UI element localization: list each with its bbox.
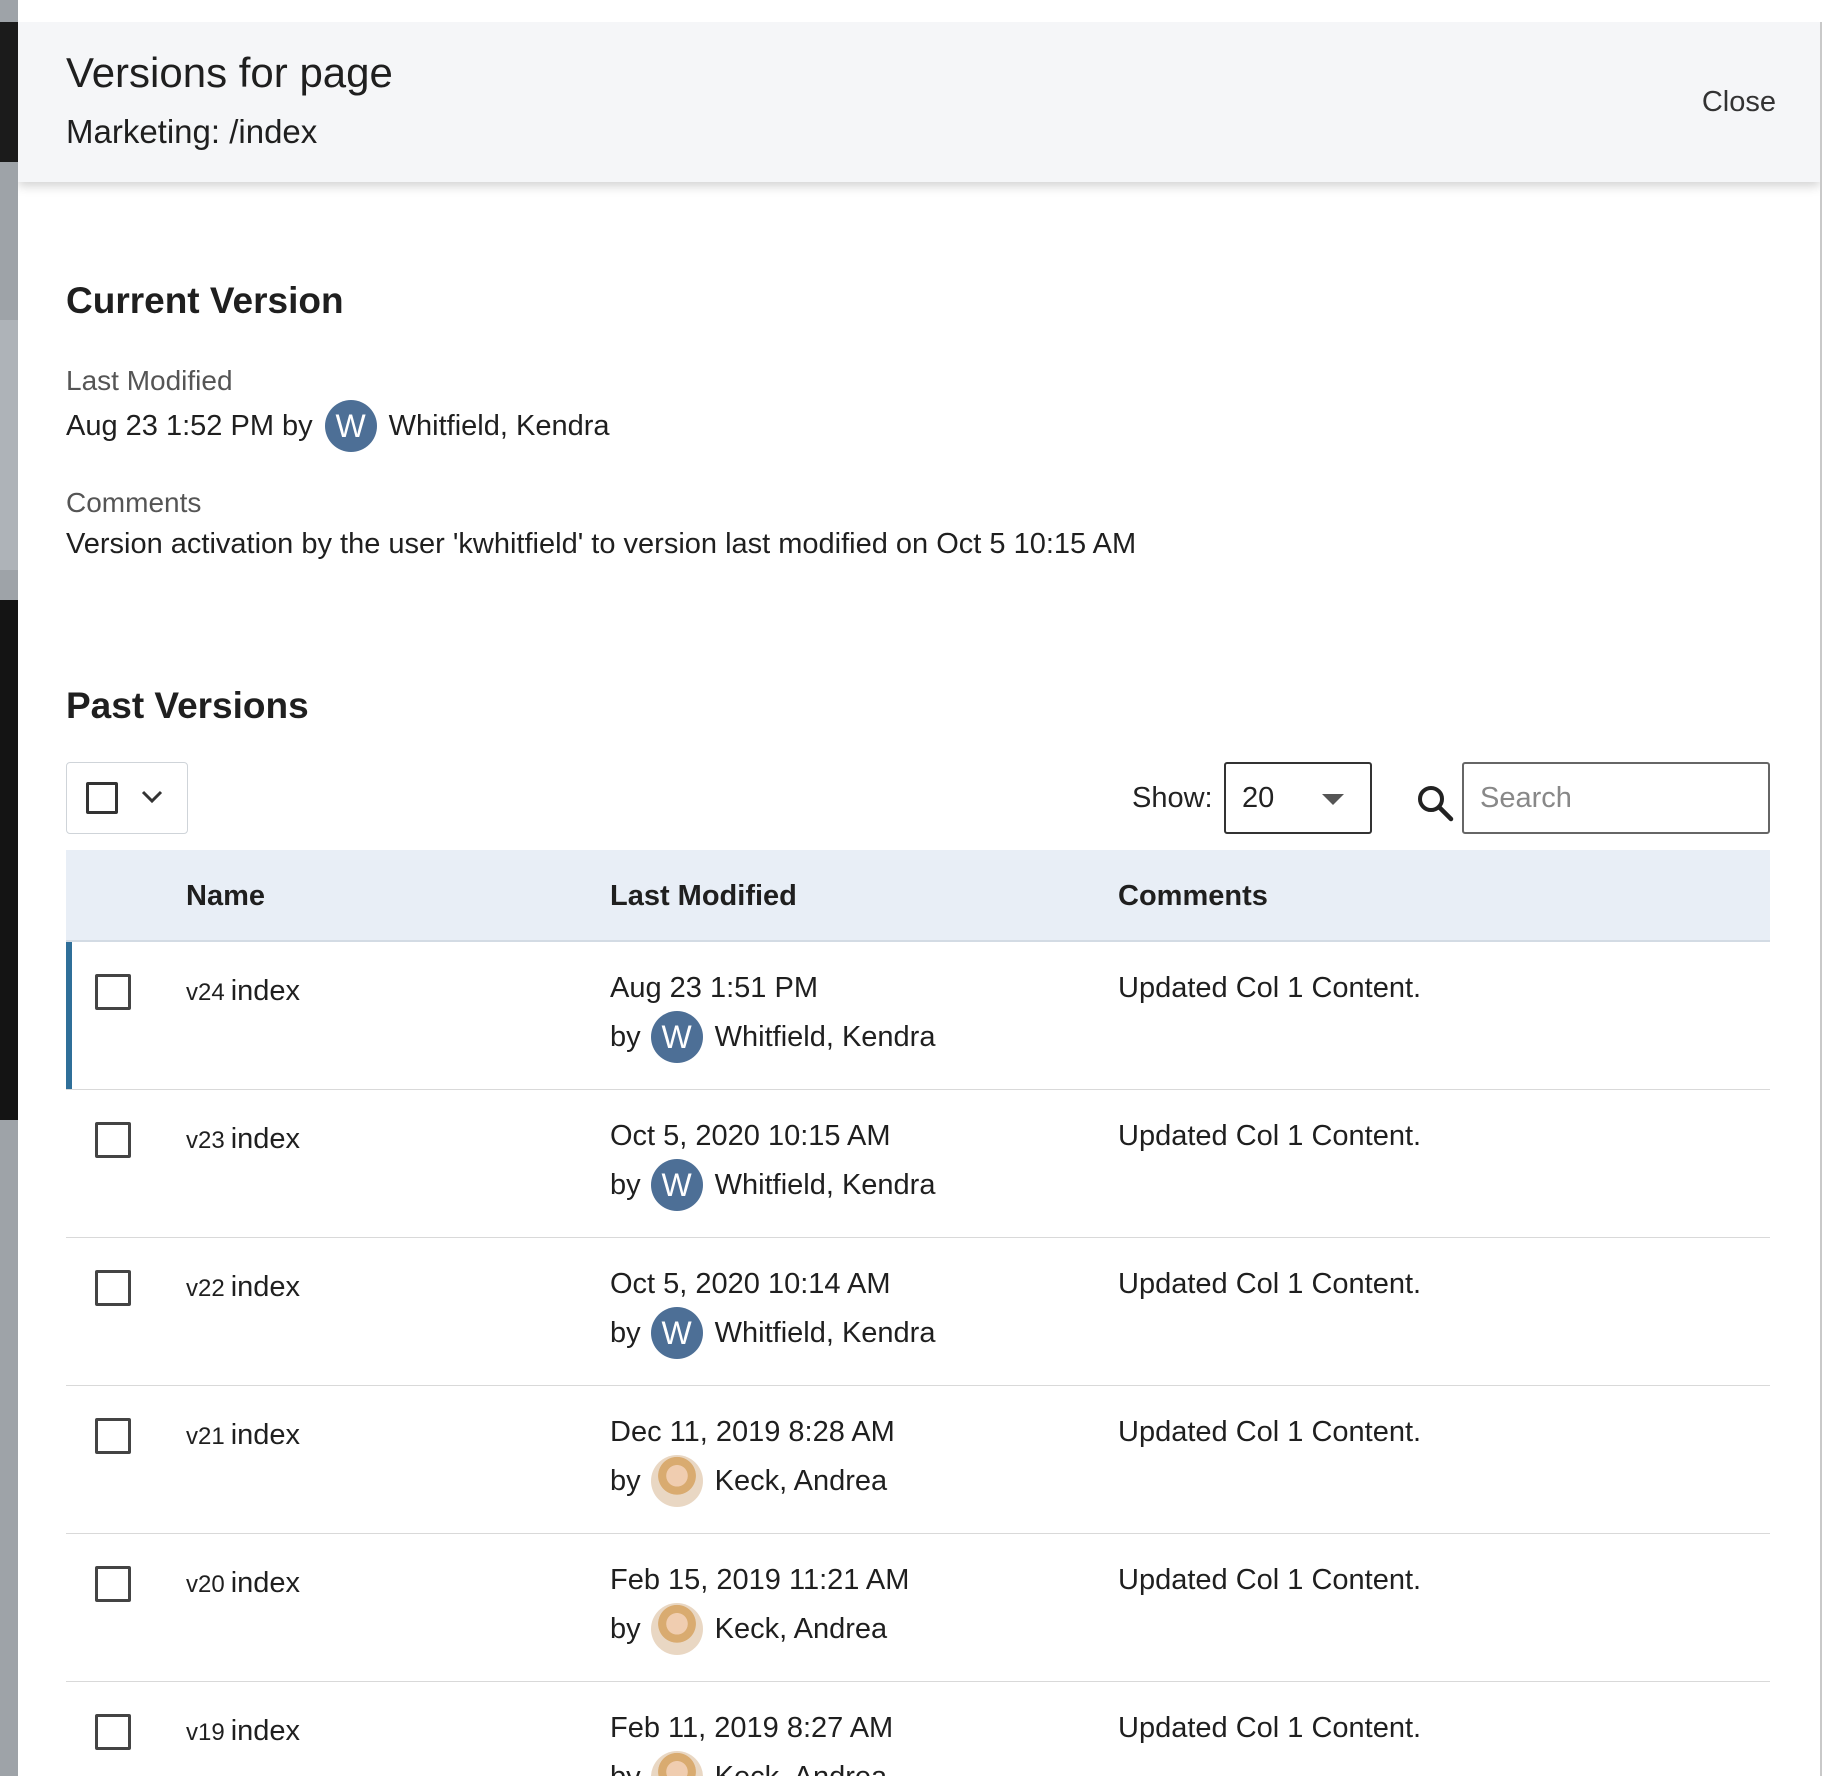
version-date: Feb 11, 2019 8:27 AM [610, 1712, 894, 1744]
table-row[interactable]: v19index Feb 11, 2019 8:27 AM by Keck, Andr… [66, 1682, 1770, 1776]
version-page-name: index [230, 975, 301, 1007]
current-comments: Version activation by the user 'kwhitfie… [66, 528, 1137, 560]
version-name[interactable]: v23 index [186, 1125, 300, 1154]
by-label: by [610, 1020, 641, 1053]
select-all-checkbox[interactable] [86, 782, 118, 814]
caret-down-icon [1322, 794, 1344, 805]
version-author: by W Whitfield, Kendra [610, 1011, 935, 1063]
user-avatar-photo [650, 1455, 703, 1507]
version-date: Oct 5, 2020 10:15 AM [610, 1120, 891, 1152]
author-name: Whitfield, Kendra [714, 1168, 936, 1201]
user-avatar-photo [650, 1751, 703, 1776]
version-author: by Keck, Andrea [610, 1751, 887, 1776]
row-checkbox[interactable] [95, 1418, 131, 1454]
table-row[interactable]: v22 index Oct 5, 2020 10:14 AM by W Whitfield… [66, 1238, 1770, 1386]
version-date: Aug 23 1:51 PM [610, 972, 818, 1004]
version-comment: Updated Col 1 Content. [1118, 1564, 1422, 1596]
table-row[interactable]: v23 index Oct 5, 2020 10:15 AM by W Whitfield… [66, 1090, 1770, 1238]
version-page-name: index [230, 1123, 301, 1155]
version-page-name: index [230, 1419, 301, 1451]
current-user: Whitfield, Kendra [388, 409, 610, 442]
by-label: by [610, 1464, 641, 1497]
modal-title: Versions for page [66, 49, 393, 96]
author-name: Whitfield, Kendra [714, 1316, 936, 1349]
versions-modal: Versions for page Marketing: /index Clos… [18, 22, 1820, 1776]
version-page-name: index [230, 1271, 301, 1303]
show-label: Show: [1132, 782, 1213, 814]
version-number: v23 [186, 1127, 225, 1154]
table-row[interactable]: v20 index Feb 15, 2019 11:21 AM by Keck, And… [66, 1534, 1770, 1682]
version-number: v22 [186, 1275, 225, 1302]
comments-label: Comments [66, 487, 202, 518]
row-checkbox[interactable] [95, 1270, 131, 1306]
current-date: Aug 23 1:52 PM by [66, 409, 313, 442]
versions-table: Name Last Modified Comments v24 index Aug … [66, 850, 1770, 1776]
version-name[interactable]: v22 index [186, 1273, 300, 1302]
modal-header: Versions for page Marketing: /index Clos… [18, 22, 1820, 182]
author-name: Whitfield, Kendra [714, 1020, 936, 1053]
user-avatar: W [650, 1307, 703, 1359]
author-name: Keck, Andrea [714, 1612, 888, 1645]
version-comment: Updated Col 1 Content. [1118, 972, 1422, 1004]
row-checkbox[interactable] [95, 1122, 131, 1158]
search-input[interactable] [1462, 762, 1770, 834]
close-button[interactable]: Close [1702, 86, 1776, 119]
version-comment: Updated Col 1 Content. [1118, 1120, 1422, 1152]
version-page-name: index [230, 1567, 301, 1599]
row-checkbox[interactable] [95, 1566, 131, 1602]
page-size-value: 20 [1242, 782, 1275, 814]
by-label: by [610, 1168, 641, 1201]
version-author: by Keck, Andrea [610, 1603, 887, 1655]
by-label: by [610, 1316, 641, 1349]
by-label: by [610, 1761, 641, 1776]
select-all-dropdown[interactable] [66, 762, 188, 834]
background-app-edge [0, 0, 18, 1776]
version-date: Dec 11, 2019 8:28 AM [610, 1416, 895, 1448]
version-comment: Updated Col 1 Content. [1118, 1416, 1422, 1448]
column-header-last-modified[interactable]: Last Modified [610, 882, 797, 911]
table-row[interactable]: v24 index Aug 23 1:51 PM by W Whitfield, Kend… [66, 942, 1770, 1090]
table-row[interactable]: v21 index Dec 11, 2019 8:28 AM by Keck, Andr… [66, 1386, 1770, 1534]
version-comment: Updated Col 1 Content. [1118, 1712, 1422, 1744]
chevron-down-icon [141, 790, 163, 804]
version-number: v20 [186, 1571, 225, 1598]
version-name[interactable]: v19 index [186, 1717, 300, 1746]
row-checkbox[interactable] [95, 974, 131, 1010]
column-header-name[interactable]: Name [186, 882, 265, 911]
version-comment: Updated Col 1 Content. [1118, 1268, 1422, 1300]
author-name: Keck, Andrea [714, 1464, 888, 1497]
column-header-comments[interactable]: Comments [1118, 882, 1268, 911]
background-app-top [0, 0, 1822, 23]
search-icon[interactable] [1414, 782, 1456, 824]
version-date: Feb 15, 2019 11:21 AM [610, 1564, 910, 1596]
user-avatar: W [650, 1159, 703, 1211]
version-name[interactable]: v24 index [186, 977, 300, 1006]
user-avatar-photo [650, 1603, 703, 1655]
version-date: Oct 5, 2020 10:14 AM [610, 1268, 891, 1300]
table-header: Name Last Modified Comments [66, 850, 1770, 942]
page-size-select[interactable]: 20 [1224, 762, 1372, 834]
author-name: Keck, Andrea [715, 1761, 888, 1776]
last-modified-label: Last Modified [66, 365, 233, 396]
version-number: v24 [186, 979, 225, 1006]
past-versions-heading: Past Versions [66, 685, 309, 726]
version-author: by Keck, Andrea [610, 1455, 887, 1507]
version-author: by W Whitfield, Kendra [610, 1159, 935, 1211]
version-author: by W Whitfield, Kendra [610, 1307, 935, 1359]
current-version-heading: Current Version [66, 280, 344, 321]
user-avatar: W [324, 400, 377, 452]
modal-subtitle: Marketing: /index [66, 113, 318, 150]
by-label: by [610, 1612, 641, 1645]
version-name[interactable]: v21 index [186, 1421, 300, 1450]
version-page-name: index [230, 1715, 301, 1747]
current-last-modified: Aug 23 1:52 PM by W Whitfield, Kendra [66, 400, 609, 452]
user-avatar: W [650, 1011, 703, 1063]
table-body: v24 index Aug 23 1:51 PM by W Whitfield, Kend… [66, 942, 1770, 1776]
version-number: v19 [186, 1719, 225, 1746]
row-checkbox[interactable] [95, 1714, 131, 1750]
version-name[interactable]: v20 index [186, 1569, 300, 1598]
version-number: v21 [186, 1423, 225, 1450]
